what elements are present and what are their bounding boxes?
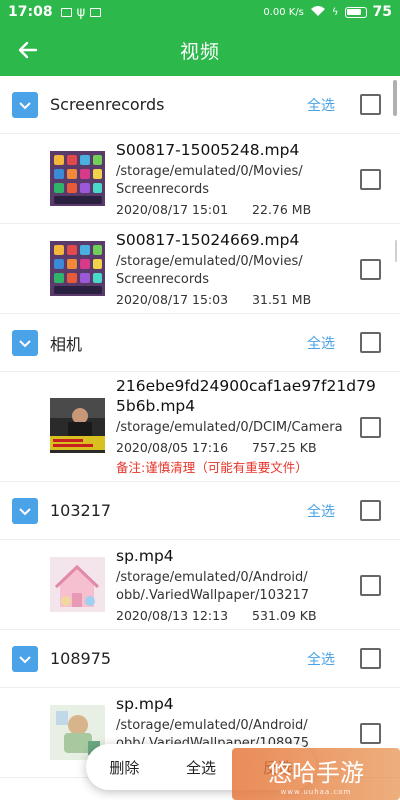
group-name: 相机 — [50, 334, 83, 354]
file-date: 2020/08/13 12:13 — [116, 608, 229, 623]
video-thumbnail — [50, 241, 105, 296]
file-path: /storage/emulated/0/Movies/ Screenrecord… — [116, 254, 303, 287]
file-meta: 2020/08/05 17:16 757.25 KB — [116, 439, 366, 457]
group-select-all-button[interactable]: 全选 — [307, 333, 335, 353]
group-select-all-button[interactable]: 全选 — [307, 95, 335, 115]
file-checkbox[interactable] — [360, 722, 381, 744]
group-header-camera[interactable]: 相机 全选 — [0, 314, 400, 372]
group-checkbox[interactable] — [360, 500, 381, 521]
system-icons: 0.00 K/s ϟ 75 — [263, 4, 392, 20]
file-row[interactable]: S00817-15024669.mp4 /storage/emulated/0/… — [0, 224, 400, 314]
file-name: sp.mp4 — [116, 695, 174, 713]
group-header-103217[interactable]: 103217 全选 — [0, 482, 400, 540]
arrow-left-icon[interactable] — [14, 36, 42, 64]
scrollbar[interactable] — [393, 80, 397, 116]
file-size: 531.09 KB — [252, 608, 317, 623]
group-select-all-button[interactable]: 全选 — [307, 649, 335, 669]
file-date: 2020/08/05 17:16 — [116, 440, 229, 455]
file-meta: 2020/08/13 12:13 531.09 KB — [116, 607, 356, 625]
file-name: S00817-15024669.mp4 — [116, 231, 300, 249]
group-checkbox[interactable] — [360, 332, 381, 353]
status-time: 17:08 — [8, 4, 53, 20]
file-size: 22.76 MB — [252, 202, 312, 217]
file-name: sp.mp4 — [116, 547, 174, 565]
battery-level: 75 — [372, 4, 392, 20]
scrollbar-track — [395, 240, 397, 262]
video-thumbnail — [50, 557, 105, 612]
file-row[interactable]: sp.mp4 /storage/emulated/0/Android/ obb/… — [0, 540, 400, 630]
file-row[interactable]: S00817-15005248.mp4 /storage/emulated/0/… — [0, 134, 400, 224]
watermark-url: www.uuhaa.com — [280, 787, 352, 796]
file-meta: 2020/08/17 15:03 31.51 MB — [116, 291, 356, 309]
file-meta: 2020/08/17 15:01 22.76 MB — [116, 201, 356, 219]
select-all-button[interactable]: 全选 — [186, 757, 216, 778]
file-info: S00817-15024669.mp4 /storage/emulated/0/… — [116, 230, 356, 309]
charging-icon: ϟ — [331, 6, 339, 18]
file-info: 216ebe9fd24900caf1ae97f21d79 5b6b.mp4 /s… — [116, 376, 376, 477]
video-list[interactable]: Screenrecords 全选 S00817-15005248.mp4 /st… — [0, 76, 400, 800]
group-select-all-button[interactable]: 全选 — [307, 501, 335, 521]
group-name: 108975 — [50, 649, 112, 668]
app-bar: 视频 — [0, 24, 400, 76]
file-warning-note: 备注:谨慎清理（可能有重要文件） — [116, 460, 308, 475]
file-date: 2020/08/17 15:01 — [116, 202, 229, 217]
file-path: /storage/emulated/0/Movies/ Screenrecord… — [116, 164, 303, 197]
group-checkbox[interactable] — [360, 94, 381, 115]
file-name: S00817-15005248.mp4 — [116, 141, 300, 159]
group-header-108975[interactable]: 108975 全选 — [0, 630, 400, 688]
notification-icons: ψ — [60, 4, 102, 20]
chevron-down-icon[interactable] — [12, 497, 38, 524]
watermark-text: 悠哈手游 — [268, 758, 364, 787]
file-checkbox[interactable] — [360, 416, 381, 438]
video-thumbnail — [50, 151, 105, 206]
file-date: 2020/08/17 15:03 — [116, 292, 229, 307]
status-bar: 17:08 ψ 0.00 K/s ϟ 75 — [0, 0, 400, 24]
file-info: sp.mp4 /storage/emulated/0/Android/ obb/… — [116, 546, 356, 625]
file-name: 216ebe9fd24900caf1ae97f21d79 5b6b.mp4 — [116, 377, 376, 415]
group-header-screenrecords[interactable]: Screenrecords 全选 — [0, 76, 400, 134]
file-path: /storage/emulated/0/Android/ obb/.Varied… — [116, 570, 310, 603]
message-icon — [60, 7, 72, 17]
battery-icon — [344, 6, 367, 18]
file-row[interactable]: 216ebe9fd24900caf1ae97f21d79 5b6b.mp4 /s… — [0, 372, 400, 482]
page-title: 视频 — [179, 40, 220, 63]
group-name: 103217 — [50, 501, 112, 520]
delete-button[interactable]: 删除 — [109, 757, 139, 778]
file-checkbox[interactable] — [360, 168, 381, 190]
net-speed: 0.00 K/s — [263, 6, 304, 18]
file-info: S00817-15005248.mp4 /storage/emulated/0/… — [116, 140, 356, 219]
wifi-icon — [310, 5, 326, 20]
group-name: Screenrecords — [50, 95, 165, 114]
chevron-down-icon[interactable] — [12, 91, 38, 118]
usb-icon: ψ — [76, 4, 86, 20]
video-thumbnail — [50, 398, 105, 453]
file-size: 757.25 KB — [252, 440, 317, 455]
file-size: 31.51 MB — [252, 292, 312, 307]
file-checkbox[interactable] — [360, 258, 381, 280]
chevron-down-icon[interactable] — [12, 329, 38, 356]
file-path: /storage/emulated/0/DCIM/Camera — [116, 420, 343, 435]
file-checkbox[interactable] — [360, 574, 381, 596]
watermark-logo: 悠哈手游 www.uuhaa.com — [232, 748, 400, 800]
group-checkbox[interactable] — [360, 648, 381, 669]
chevron-down-icon[interactable] — [12, 645, 38, 672]
mail-icon — [90, 7, 102, 17]
